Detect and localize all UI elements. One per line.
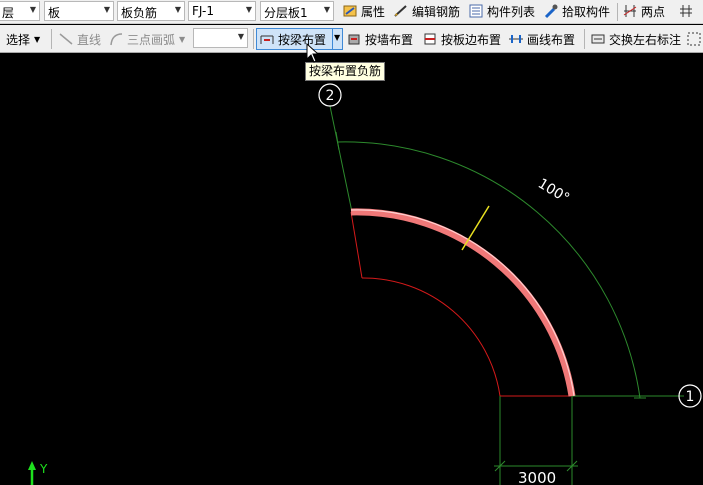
pick-component-button[interactable]: 拾取构件	[543, 0, 610, 22]
by-wall-button[interactable]: 按墙布置	[346, 28, 413, 50]
beam-layout-icon	[259, 31, 275, 47]
draw-toolbar: 选择 ▼ 直线 三点画弧 ▼ ▼ 按梁布置 ▼ 按墙布置 按板边布置 画线布置 …	[0, 25, 703, 53]
component-list-label: 构件列表	[487, 4, 536, 19]
arc-icon	[108, 31, 124, 47]
swap-labels-button[interactable]: 交换左右标注	[590, 28, 681, 50]
swap-labels-label: 交换左右标注	[609, 32, 682, 47]
properties-button[interactable]: 属性	[342, 0, 385, 22]
pick-component-label: 拾取构件	[562, 4, 611, 19]
axis-label-2: 2	[326, 88, 335, 104]
layer-value: 分层板1	[264, 6, 308, 20]
chevron-down-icon: ▼	[34, 34, 41, 44]
edit-rebar-button[interactable]: 编辑钢筋	[393, 0, 460, 22]
by-wall-label: 按墙布置	[365, 32, 414, 47]
chevron-down-icon: ▼	[323, 5, 330, 14]
element-type-value: 板	[48, 6, 61, 20]
component-value: FJ-1	[192, 4, 214, 18]
chevron-down-icon: ▼	[179, 34, 186, 44]
chevron-down-icon: ▼	[245, 5, 252, 14]
two-point-icon	[622, 3, 638, 19]
chevron-down-icon: ▼	[237, 32, 244, 41]
mouse-cursor-icon	[306, 43, 320, 63]
element-subtype-value: 板负筋	[121, 6, 158, 20]
axis-label-1: 1	[686, 389, 695, 405]
three-point-arc-label: 三点画弧	[127, 32, 176, 47]
chevron-down-icon: ▼	[103, 5, 110, 14]
edit-rebar-icon	[393, 3, 409, 19]
draw-option-combo[interactable]: ▼	[193, 28, 248, 48]
line-icon	[58, 31, 74, 47]
properties-label: 属性	[361, 4, 386, 19]
eyedropper-icon	[543, 3, 559, 19]
select-label: 选择	[6, 32, 31, 47]
slab-edge-icon	[422, 31, 438, 47]
dotted-frame-icon	[686, 31, 702, 47]
more-tools-button[interactable]	[686, 28, 703, 50]
draw-line-icon	[508, 31, 524, 47]
drawing-canvas[interactable]: 3000 100° 2 1 Y	[0, 54, 703, 485]
parallel-button[interactable]	[678, 0, 697, 22]
slab-edge	[350, 211, 363, 279]
toolbar-separator	[253, 29, 254, 49]
slab-inner-arc	[361, 277, 501, 397]
y-axis-arrow-icon	[28, 461, 36, 470]
component-dropdown[interactable]: FJ-1 ▼	[188, 1, 256, 21]
toolbar-separator	[617, 3, 618, 21]
grid-icon	[678, 3, 694, 19]
negative-rebar-arc[interactable]	[350, 208, 576, 397]
element-subtype-dropdown[interactable]: 板负筋 ▼	[117, 1, 185, 21]
component-toolbar: 层 ▼ 板 ▼ 板负筋 ▼ FJ-1 ▼ 分层板1 ▼ 属性 编辑钢筋 构件列表	[0, 0, 703, 24]
two-point-button[interactable]: 两点	[622, 0, 665, 22]
by-beam-tooltip: 按梁布置负筋	[305, 62, 386, 81]
wall-layout-icon	[346, 31, 362, 47]
toolbar-separator	[51, 29, 52, 49]
two-point-label: 两点	[641, 4, 666, 19]
toolbar-separator	[584, 29, 585, 49]
chevron-down-icon: ▼	[174, 5, 181, 14]
select-button[interactable]: 选择 ▼	[6, 28, 40, 50]
three-point-arc-button[interactable]: 三点画弧 ▼	[108, 28, 185, 50]
edit-rebar-label: 编辑钢筋	[412, 4, 461, 19]
draw-line-layout-button[interactable]: 画线布置	[508, 28, 575, 50]
line-label: 直线	[77, 32, 102, 47]
y-axis-label: Y	[39, 462, 48, 476]
angle-dimension-arc	[336, 141, 641, 399]
dimension-label: 3000	[518, 469, 556, 485]
element-type-dropdown[interactable]: 板 ▼	[44, 1, 114, 21]
draw-line-label: 画线布置	[527, 32, 576, 47]
properties-icon	[342, 3, 358, 19]
list-icon	[468, 3, 484, 19]
line-button[interactable]: 直线	[58, 28, 101, 50]
layer-dropdown[interactable]: 分层板1 ▼	[260, 1, 334, 21]
by-slab-edge-label: 按板边布置	[441, 32, 502, 47]
by-slab-edge-button[interactable]: 按板边布置	[422, 28, 501, 50]
chevron-down-icon[interactable]: ▼	[334, 33, 340, 42]
swap-icon	[590, 31, 606, 47]
floor-dropdown[interactable]: 层 ▼	[0, 1, 40, 21]
angle-label: 100°	[535, 176, 572, 207]
component-list-button[interactable]: 构件列表	[468, 0, 535, 22]
by-beam-button[interactable]: 按梁布置 ▼	[256, 28, 343, 50]
floor-dropdown-value: 层	[2, 6, 15, 20]
chevron-down-icon: ▼	[29, 5, 36, 14]
axis-line-2	[329, 105, 353, 213]
